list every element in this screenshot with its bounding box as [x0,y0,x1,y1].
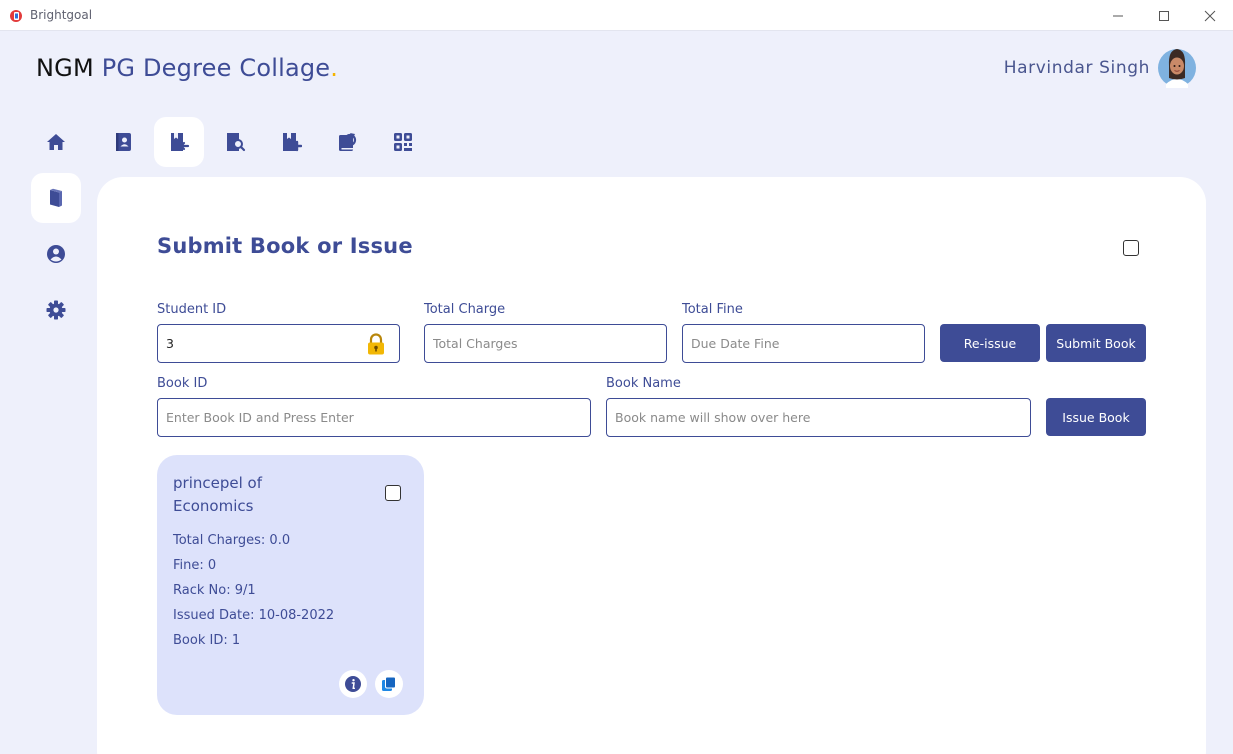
total-fine-label: Total Fine [682,302,743,317]
select-all-checkbox[interactable] [1123,240,1139,256]
tab-submit-book[interactable] [154,117,204,167]
user-circle-icon [47,245,65,263]
book-name-input[interactable] [615,399,1030,436]
submit-book-button[interactable]: Submit Book [1046,324,1146,362]
maximize-button[interactable] [1141,0,1187,31]
student-id-input[interactable] [166,325,399,362]
avatar[interactable] [1158,44,1196,89]
book-name-label: Book Name [606,376,681,391]
book-user-icon [116,133,131,151]
book-id-field[interactable] [157,398,591,437]
book-card[interactable]: princepel of Economics Total Charges: 0.… [157,455,424,715]
close-window-button[interactable] [1187,0,1233,31]
book-card-checkbox[interactable] [385,485,401,501]
nav-books[interactable] [31,173,81,223]
total-fine-input[interactable] [691,325,924,362]
copy-icon [382,676,396,691]
brand-dot: . [330,54,339,82]
tab-renew-book[interactable] [322,117,372,167]
minimize-icon [1113,15,1123,16]
nav-settings[interactable] [31,285,81,335]
book-refresh-icon [339,133,357,151]
maximize-icon [1159,10,1169,21]
total-charge-field[interactable] [424,324,667,363]
brand-name: PG Degree Collage [101,54,331,82]
info-icon [345,676,361,692]
book-search-icon [227,133,246,152]
book-card-rack: Rack No: 9/1 [173,583,256,598]
total-charge-label: Total Charge [424,302,506,317]
book-copy-button[interactable] [375,670,403,698]
nav-home[interactable] [31,117,81,167]
home-icon [47,134,65,150]
college-brand: NGM PG Degree Collage. [36,54,338,82]
close-icon [1204,10,1216,21]
book-add-icon [283,133,302,152]
book-card-total-charges: Total Charges: 0.0 [173,533,291,548]
tab-student-book[interactable] [98,117,148,167]
user-name: Harvindar Singh [1003,58,1150,78]
reissue-button[interactable]: Re-issue [940,324,1040,362]
student-id-field[interactable] [157,324,400,363]
page-title: Submit Book or Issue [157,234,413,258]
tab-add-book[interactable] [266,117,316,167]
total-charge-input[interactable] [433,325,666,362]
tab-qr-code[interactable] [378,117,428,167]
book-info-button[interactable] [339,670,367,698]
tab-search-book[interactable] [210,117,260,167]
window-titlebar: Brightgoal [0,0,1233,31]
book-name-field[interactable] [606,398,1031,437]
book-return-icon [171,133,190,151]
app-logo-icon [9,8,23,22]
book-card-title: princepel of Economics [173,474,262,515]
total-fine-field[interactable] [682,324,925,363]
book-icon [50,188,62,207]
brand-abbrev: NGM [36,54,94,82]
book-id-input[interactable] [166,399,590,436]
nav-profile[interactable] [31,229,81,279]
book-card-issued-date: Issued Date: 10-08-2022 [173,608,335,623]
minimize-button[interactable] [1095,0,1141,31]
issue-book-button[interactable]: Issue Book [1046,398,1146,436]
student-id-label: Student ID [157,302,227,317]
lock-icon [366,333,386,358]
book-card-fine: Fine: 0 [173,558,217,573]
book-card-book-id: Book ID: 1 [173,633,241,648]
window-title: Brightgoal [30,8,93,22]
book-id-label: Book ID [157,376,208,391]
qr-code-icon [394,133,412,151]
gear-icon [46,300,66,320]
